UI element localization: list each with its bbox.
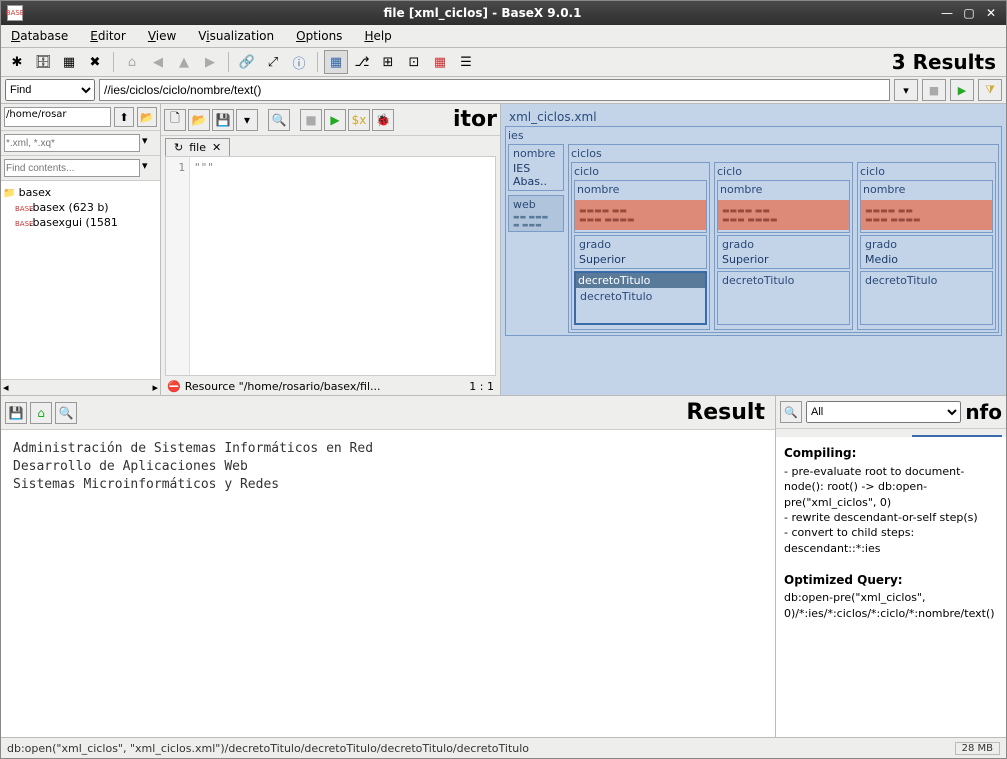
project-tree[interactable]: basex BASE.basex (623 b) BASE.basexgui (… (1, 181, 160, 379)
editor-code: """ (190, 157, 495, 375)
status-path: db:open("xml_ciclos", "xml_ciclos.xml")/… (7, 742, 529, 755)
back-button[interactable]: ◀ (146, 50, 170, 74)
filter-drop[interactable]: ▾ (142, 134, 157, 152)
menu-help[interactable]: Help (360, 27, 395, 45)
map-doc: xml_ciclos.xml (505, 108, 1002, 126)
map-ciclo[interactable]: ciclo nombre▬▬▬▬ ▬▬▬▬▬ ▬▬▬▬ gradoMedio d… (857, 162, 996, 330)
find-contents-input[interactable] (4, 159, 140, 177)
view-map-button[interactable]: ▦ (324, 50, 348, 74)
search-info-button[interactable]: 🔍 (780, 401, 802, 423)
editor-tab[interactable]: ↻ file ✕ (165, 138, 230, 156)
view-folder-button[interactable]: ⊞ (376, 50, 400, 74)
tree-file: BASE.basexgui (1581 (15, 215, 158, 230)
app-icon: BASE (7, 5, 23, 21)
stop-query-button[interactable]: ■ (922, 79, 946, 101)
rt-filter-button[interactable]: 🔗 (235, 50, 259, 74)
result-panel: 💾 ⌂ 🔍 Result Administración de Sistemas … (1, 396, 776, 737)
editor-status: ⛔ Resource "/home/rosario/basex/fil... 1… (161, 378, 500, 395)
info-panel: 🔍 All nfo Compiling: - pre-evaluate root… (776, 396, 1006, 737)
view-plot-button[interactable]: ⊡ (402, 50, 426, 74)
window-title: file [xml_ciclos] - BaseX 9.0.1 (31, 6, 934, 20)
info-title: nfo (965, 400, 1002, 424)
fullscreen-button[interactable]: ⤢ (261, 50, 285, 74)
editor-label: itor (453, 107, 497, 132)
find-mode-select[interactable]: Find (5, 79, 95, 101)
menu-database[interactable]: Database (7, 27, 72, 45)
new-db-button[interactable]: ✱ (5, 50, 29, 74)
map-panel[interactable]: xml_ciclos.xml ies nombreIES Abas.. web▬… (501, 104, 1006, 395)
view-explorer-button[interactable]: ☰ (454, 50, 478, 74)
menu-options[interactable]: Options (292, 27, 346, 45)
project-scrollbar[interactable]: ◂▸ (1, 379, 160, 395)
history-file-button[interactable]: ▾ (236, 109, 258, 131)
home-button[interactable]: ⌂ (120, 50, 144, 74)
table-button[interactable]: ▦ (57, 50, 81, 74)
forward-button[interactable]: ▶ (198, 50, 222, 74)
editor-gutter: 1 (166, 157, 190, 375)
save-result-button[interactable]: 💾 (5, 402, 27, 424)
info-body[interactable]: Compiling: - pre-evaluate root to docume… (776, 437, 1006, 737)
tree-file: BASE.basex (623 b) (15, 200, 158, 215)
project-panel: /home/rosar ⬆ 📂 ▾ ▾ basex BASE.basex (62… (1, 104, 161, 395)
search-file-button[interactable]: 🔍 (268, 109, 290, 131)
tab-close-icon[interactable]: ✕ (212, 141, 221, 154)
findbar: Find ▾ ■ ▶ ⧩ (1, 77, 1006, 104)
stop-button[interactable]: ■ (300, 109, 322, 131)
filter-input[interactable] (4, 134, 140, 152)
map-ciclo[interactable]: ciclo nombre▬▬▬▬ ▬▬▬▬▬ ▬▬▬▬ gradoSuperio… (571, 162, 710, 330)
find-drop[interactable]: ▾ (142, 159, 157, 177)
titlebar: BASE file [xml_ciclos] - BaseX 9.0.1 — ▢… (1, 1, 1006, 25)
vars-button[interactable]: $x (348, 109, 370, 131)
search-result-button[interactable]: 🔍 (55, 402, 77, 424)
open-file-button[interactable]: 📂 (188, 109, 210, 131)
minimize-button[interactable]: — (938, 5, 956, 21)
main-window: BASE file [xml_ciclos] - BaseX 9.0.1 — ▢… (0, 0, 1007, 759)
info-button[interactable]: ⓘ (287, 50, 311, 74)
info-progress (912, 429, 1002, 437)
tree-folder: basex (3, 185, 158, 200)
view-table-button[interactable]: ▦ (428, 50, 452, 74)
up-button[interactable]: ▲ (172, 50, 196, 74)
menu-visualization[interactable]: Visualization (194, 27, 278, 45)
filter-button[interactable]: ⧩ (978, 79, 1002, 101)
path-up-button[interactable]: ⬆ (114, 107, 134, 127)
db-button[interactable]: 🗄 (31, 50, 55, 74)
home-result-button[interactable]: ⌂ (30, 402, 52, 424)
debug-button[interactable]: 🐞 (372, 109, 394, 131)
menu-editor[interactable]: Editor (86, 27, 130, 45)
save-file-button[interactable]: 💾 (212, 109, 234, 131)
project-path[interactable]: /home/rosar (4, 107, 111, 127)
query-input[interactable] (99, 79, 890, 101)
close-button[interactable]: ✕ (982, 5, 1000, 21)
info-filter-select[interactable]: All (806, 401, 961, 423)
close-db-button[interactable]: ✖ (83, 50, 107, 74)
menu-view[interactable]: View (144, 27, 180, 45)
main-toolbar: ✱ 🗄 ▦ ✖ ⌂ ◀ ▲ ▶ 🔗 ⤢ ⓘ ▦ ⎇ ⊞ ⊡ ▦ ☰ 3 Resu… (1, 48, 1006, 77)
path-browse-button[interactable]: 📂 (137, 107, 157, 127)
menubar: Database Editor View Visualization Optio… (1, 25, 1006, 48)
run-query-button[interactable]: ▶ (950, 79, 974, 101)
maximize-button[interactable]: ▢ (960, 5, 978, 21)
run-button[interactable]: ▶ (324, 109, 346, 131)
new-file-button[interactable]: 🗋 (164, 109, 186, 131)
result-title: Result (686, 400, 771, 425)
map-ciclo[interactable]: ciclo nombre▬▬▬▬ ▬▬▬▬▬ ▬▬▬▬ gradoSuperio… (714, 162, 853, 330)
statusbar: db:open("xml_ciclos", "xml_ciclos.xml")/… (1, 738, 1006, 758)
results-count: 3 Results (892, 50, 1002, 74)
error-icon: ⛔ (167, 380, 181, 393)
memory-label: 28 MB (955, 742, 1000, 755)
history-button[interactable]: ▾ (894, 79, 918, 101)
result-body[interactable]: Administración de Sistemas Informáticos … (1, 430, 775, 737)
editor-panel: 🗋 📂 💾 ▾ 🔍 ■ ▶ $x 🐞 itor ↻ file ✕ 1 """ (161, 104, 501, 395)
view-tree-button[interactable]: ⎇ (350, 50, 374, 74)
editor-body[interactable]: 1 """ (165, 156, 496, 376)
